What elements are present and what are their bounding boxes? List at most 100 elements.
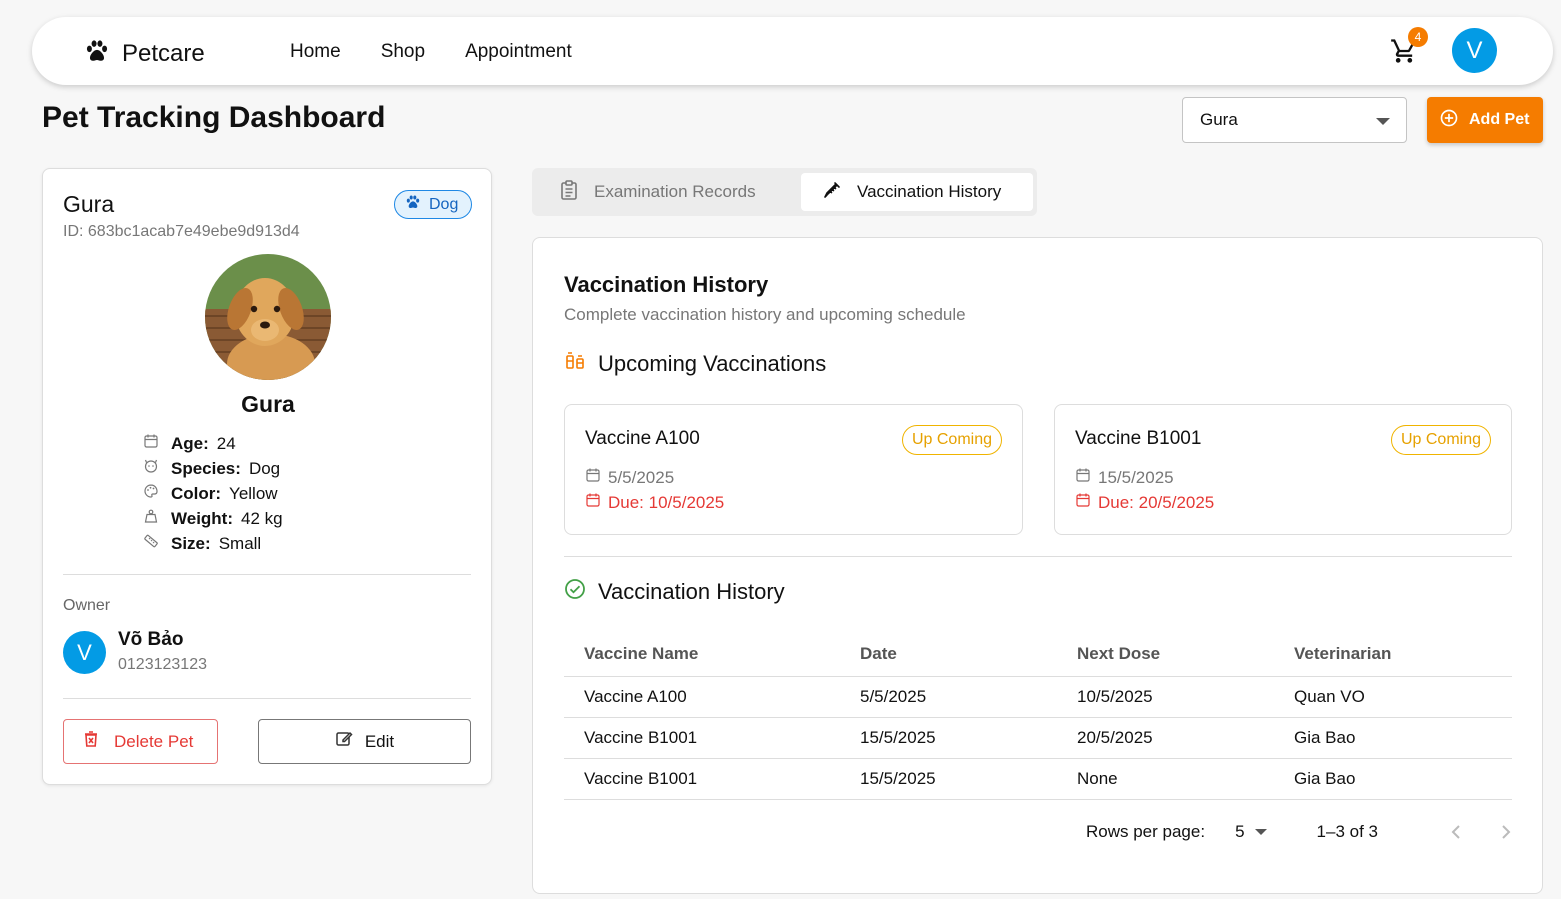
status-badge: Up Coming <box>1390 425 1491 455</box>
table-row[interactable]: Vaccine B1001 15/5/2025 None Gia Bao <box>564 758 1512 800</box>
table-row[interactable]: Vaccine B1001 15/5/2025 20/5/2025 Gia Ba… <box>564 717 1512 759</box>
table-cell: Gia Bao <box>1274 717 1512 759</box>
owner-avatar: V <box>63 631 106 674</box>
pet-id: ID: 683bc1acab7e49ebe9d913d4 <box>63 223 300 240</box>
vaccine-vials-icon <box>564 350 598 378</box>
add-pet-label: Add Pet <box>1469 111 1530 128</box>
tab-examination-label: Examination Records <box>594 182 756 201</box>
table-cell: Vaccine B1001 <box>564 758 840 800</box>
nav-shop[interactable]: Shop <box>381 41 425 63</box>
top-navbar: Petcare Home Shop Appointment 4 V <box>32 17 1553 85</box>
vaccine-name: Vaccine B1001 <box>1075 428 1202 449</box>
calendar-icon <box>1075 492 1098 513</box>
status-badge: Up Coming <box>901 425 1002 455</box>
pet-face-icon <box>143 458 171 479</box>
brand-name: Petcare <box>122 39 205 67</box>
next-page-button[interactable] <box>1494 820 1518 844</box>
table-cell: Gia Bao <box>1274 758 1512 800</box>
vaccine-date: 5/5/2025 <box>585 467 674 488</box>
upcoming-vaccine-card: Vaccine A100 Up Coming 5/5/2025 Due: 10/… <box>564 404 1023 535</box>
panel-subtitle: Complete vaccination history and upcomin… <box>564 305 966 324</box>
column-header[interactable]: Vaccine Name <box>564 632 840 677</box>
rows-per-page-select[interactable]: 5 <box>1235 822 1267 842</box>
pet-detail-age: Age: 24 <box>143 431 283 456</box>
table-header-row: Vaccine Name Date Next Dose Veterinarian <box>564 632 1512 677</box>
vaccine-due-value: Due: 10/5/2025 <box>608 492 725 512</box>
detail-label: Size: <box>171 533 211 553</box>
delete-pet-label: Delete Pet <box>114 731 194 751</box>
check-circle-icon <box>564 578 598 606</box>
table-cell: 5/5/2025 <box>840 676 1057 718</box>
table-cell: Quan VO <box>1274 676 1512 718</box>
vaccination-history-table: Vaccine Name Date Next Dose Veterinarian… <box>564 632 1512 800</box>
vaccine-date: 15/5/2025 <box>1075 467 1174 488</box>
tab-vaccination-label: Vaccination History <box>857 182 1002 201</box>
table-cell: Vaccine A100 <box>564 676 840 718</box>
vaccine-due: Due: 10/5/2025 <box>585 492 724 513</box>
section-divider <box>564 556 1512 557</box>
column-header[interactable]: Next Dose <box>1057 632 1274 677</box>
page-range: 1–3 of 3 <box>1316 822 1378 841</box>
table-cell: 15/5/2025 <box>840 717 1057 759</box>
calendar-icon <box>585 467 608 488</box>
detail-label: Weight: <box>171 508 234 528</box>
pet-name-header: Gura <box>63 191 115 217</box>
pet-detail-color: Color: Yellow <box>143 481 283 506</box>
pet-photo <box>205 254 331 380</box>
pet-detail-size: Size: Small <box>143 531 283 556</box>
nav-appointment[interactable]: Appointment <box>465 41 572 63</box>
table-cell: Vaccine B1001 <box>564 717 840 759</box>
user-avatar[interactable]: V <box>1452 28 1497 73</box>
species-chip-label: Dog <box>429 195 459 213</box>
tab-examination-records[interactable]: Examination Records <box>558 173 756 211</box>
pet-select-dropdown[interactable]: Gura <box>1182 97 1407 143</box>
vaccine-name: Vaccine A100 <box>585 428 700 449</box>
prev-page-button[interactable] <box>1444 820 1468 844</box>
weight-icon <box>143 508 171 529</box>
owner-name: Võ Bảo <box>118 629 184 650</box>
main-nav: Home Shop Appointment <box>290 41 612 63</box>
add-pet-button[interactable]: Add Pet <box>1427 97 1543 143</box>
palette-icon <box>143 483 171 504</box>
brand-logo[interactable]: Petcare <box>84 38 205 69</box>
tab-vaccination-history[interactable]: Vaccination History <box>801 173 1033 211</box>
nav-home[interactable]: Home <box>290 41 341 63</box>
divider <box>63 574 471 575</box>
calendar-icon <box>143 433 171 454</box>
table-row[interactable]: Vaccine A100 5/5/2025 10/5/2025 Quan VO <box>564 676 1512 718</box>
column-header[interactable]: Veterinarian <box>1274 632 1512 677</box>
trash-icon <box>82 730 114 753</box>
column-header[interactable]: Date <box>840 632 1057 677</box>
clipboard-icon <box>558 179 594 206</box>
cart-button[interactable]: 4 <box>1390 27 1428 69</box>
pet-detail-weight: Weight: 42 kg <box>143 506 283 531</box>
detail-label: Age: <box>171 433 209 453</box>
table-cell: 20/5/2025 <box>1057 717 1274 759</box>
detail-label: Species: <box>171 458 241 478</box>
edit-pet-button[interactable]: Edit <box>258 719 471 764</box>
add-circle-icon <box>1439 108 1469 133</box>
delete-pet-button[interactable]: Delete Pet <box>63 719 218 764</box>
detail-value: Dog <box>248 458 281 478</box>
calendar-icon <box>1075 467 1098 488</box>
cart-count-badge: 4 <box>1408 27 1428 47</box>
panel-title: Vaccination History <box>564 272 769 297</box>
upcoming-vaccine-card: Vaccine B1001 Up Coming 15/5/2025 Due: 2… <box>1054 404 1512 535</box>
detail-value: Small <box>218 533 262 553</box>
upcoming-title-label: Upcoming Vaccinations <box>598 351 827 376</box>
upcoming-section-title: Upcoming Vaccinations <box>564 350 826 378</box>
cart-icon <box>1390 39 1418 69</box>
table-cell: 15/5/2025 <box>840 758 1057 800</box>
history-title-label: Vaccination History <box>598 579 785 604</box>
pet-profile-card: Gura ID: 683bc1acab7e49ebe9d913d4 Dog Gu… <box>42 168 492 785</box>
vaccine-date-value: 15/5/2025 <box>1098 467 1174 487</box>
paw-icon <box>84 38 110 69</box>
vaccine-due-value: Due: 20/5/2025 <box>1098 492 1215 512</box>
owner-label: Owner <box>63 597 111 614</box>
detail-value: 42 kg <box>241 508 283 528</box>
vaccination-panel: Vaccination History Complete vaccination… <box>532 237 1543 894</box>
pet-name: Gura <box>241 391 295 417</box>
species-chip: Dog <box>394 190 472 219</box>
table-pagination: Rows per page: 5 1–3 of 3 <box>1086 820 1518 844</box>
record-tabs: Examination Records Vaccination History <box>532 168 1037 216</box>
